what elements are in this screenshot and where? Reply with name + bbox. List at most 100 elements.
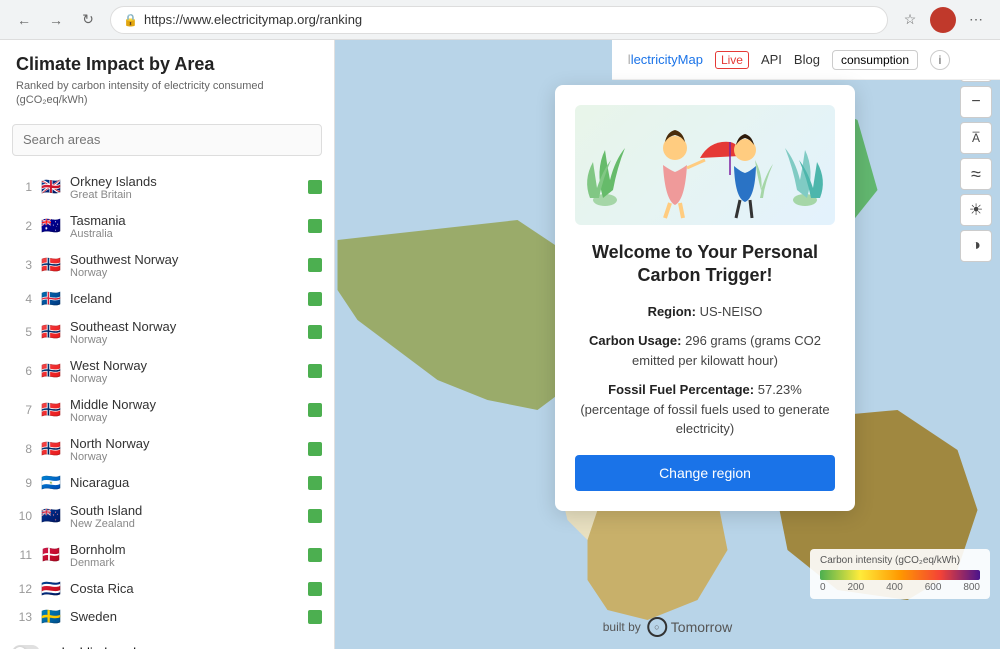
list-item[interactable]: 8 🇳🇴 North Norway Norway [0, 430, 334, 469]
rank-number: 3 [12, 258, 32, 272]
flag-icon: 🇳🇴 [40, 257, 62, 273]
browser-actions: ☆ ⋯ [896, 6, 990, 34]
region-value: US-NEISO [700, 304, 763, 319]
carbon-indicator [308, 180, 322, 194]
area-info: North Norway Norway [70, 436, 300, 463]
zoom-out-button[interactable]: − [960, 86, 992, 118]
modal-illustration [575, 105, 835, 225]
rank-number: 12 [12, 582, 32, 596]
search-container [0, 116, 334, 164]
rank-number: 8 [12, 442, 32, 456]
area-country: Norway [70, 373, 300, 385]
flag-icon: 🇳🇮 [40, 475, 62, 491]
carbon-indicator [308, 364, 322, 378]
right-toolbar: + − A̅ ≈ ☀ ◑ [960, 50, 992, 262]
address-bar[interactable]: 🔒 https://www.electricitymap.org/ranking [110, 6, 888, 34]
list-item[interactable]: 6 🇳🇴 West Norway Norway [0, 352, 334, 391]
color-blind-section: color blind mode [0, 635, 334, 649]
rank-number: 7 [12, 403, 32, 417]
flag-icon: 🇦🇺 [40, 218, 62, 234]
modal-card: Welcome to Your Personal Carbon Trigger!… [555, 85, 855, 511]
carbon-indicator [308, 258, 322, 272]
area-country: New Zealand [70, 518, 300, 530]
consumption-toggle[interactable]: consumption [832, 50, 918, 70]
rank-number: 6 [12, 364, 32, 378]
search-input[interactable] [12, 124, 322, 156]
profile-avatar[interactable] [930, 7, 956, 33]
carbon-indicator [308, 403, 322, 417]
collapse-sidebar-button[interactable]: ◀ [334, 325, 335, 365]
modal-carbon: Carbon Usage: 296 grams (grams CO2 emitt… [575, 331, 835, 370]
list-item[interactable]: 11 🇩🇰 Bornholm Denmark [0, 536, 334, 575]
area-name: Sweden [70, 609, 300, 624]
modal-title: Welcome to Your Personal Carbon Trigger! [575, 241, 835, 288]
carbon-indicator [308, 442, 322, 456]
rank-number: 5 [12, 325, 32, 339]
legend-title: Carbon intensity (gCO₂eq/kWh) [820, 555, 980, 566]
list-item[interactable]: 7 🇳🇴 Middle Norway Norway [0, 391, 334, 430]
rank-number: 11 [12, 548, 32, 562]
flag-icon: 🇩🇰 [40, 547, 62, 563]
list-item[interactable]: 5 🇳🇴 Southeast Norway Norway [0, 313, 334, 352]
sidebar: Climate Impact by Area Ranked by carbon … [0, 40, 335, 649]
carbon-indicator [308, 292, 322, 306]
wind-button[interactable]: ≈ [960, 158, 992, 190]
legend-labels: 0 200 400 600 800 [820, 582, 980, 593]
illustration-svg [575, 110, 835, 220]
moon-button[interactable]: ◑ [960, 230, 992, 262]
area-name: Bornholm [70, 542, 300, 557]
list-item[interactable]: 3 🇳🇴 Southwest Norway Norway [0, 246, 334, 285]
flag-icon: 🇳🇴 [40, 402, 62, 418]
rank-number: 10 [12, 509, 32, 523]
list-item[interactable]: 10 🇳🇿 South Island New Zealand [0, 497, 334, 536]
modal-region: Region: US-NEISO [575, 302, 835, 322]
list-item[interactable]: 9 🇳🇮 Nicaragua [0, 469, 334, 497]
back-button[interactable]: ← [10, 6, 38, 34]
area-name: South Island [70, 503, 300, 518]
rank-number: 13 [12, 610, 32, 624]
info-button[interactable]: i [930, 50, 950, 70]
carbon-indicator [308, 610, 322, 624]
area-name: Middle Norway [70, 397, 300, 412]
carbon-indicator [308, 582, 322, 596]
flag-icon: 🇳🇴 [40, 441, 62, 457]
area-info: South Island New Zealand [70, 503, 300, 530]
carbon-indicator [308, 325, 322, 339]
carbon-indicator [308, 476, 322, 490]
refresh-button[interactable]: ↻ [74, 6, 102, 34]
flag-icon: 🇳🇿 [40, 508, 62, 524]
api-link[interactable]: API [761, 52, 782, 67]
change-region-button[interactable]: Change region [575, 455, 835, 491]
color-blind-toggle[interactable] [12, 645, 40, 649]
carbon-indicator [308, 219, 322, 233]
blog-link[interactable]: Blog [794, 52, 820, 67]
star-button[interactable]: ☆ [896, 6, 924, 34]
list-item[interactable]: 12 🇨🇷 Costa Rica [0, 575, 334, 603]
area-country: Norway [70, 451, 300, 463]
rank-number: 4 [12, 292, 32, 306]
area-name: West Norway [70, 358, 300, 373]
page-title: Climate Impact by Area [16, 54, 318, 75]
more-button[interactable]: ⋯ [962, 6, 990, 34]
modal-fossil: Fossil Fuel Percentage: 57.23% (percenta… [575, 380, 835, 439]
forward-button[interactable]: → [42, 6, 70, 34]
tomorrow-icon: ○ [647, 617, 667, 637]
list-item[interactable]: 4 🇮🇸 Iceland [0, 285, 334, 313]
area-info: West Norway Norway [70, 358, 300, 385]
area-info: Southeast Norway Norway [70, 319, 300, 346]
area-info: Sweden [70, 609, 300, 624]
list-item[interactable]: 1 🇬🇧 Orkney Islands Great Britain [0, 168, 334, 207]
area-country: Australia [70, 228, 300, 240]
sun-button[interactable]: ☀ [960, 194, 992, 226]
area-country: Norway [70, 267, 300, 279]
carbon-indicator [308, 509, 322, 523]
translate-button[interactable]: A̅ [960, 122, 992, 154]
flag-icon: 🇸🇪 [40, 609, 62, 625]
list-item[interactable]: 13 🇸🇪 Sweden [0, 603, 334, 631]
flag-icon: 🇳🇴 [40, 324, 62, 340]
lock-icon: 🔒 [123, 13, 138, 27]
rank-number: 1 [12, 180, 32, 194]
list-item[interactable]: 2 🇦🇺 Tasmania Australia [0, 207, 334, 246]
area-info: Middle Norway Norway [70, 397, 300, 424]
flag-icon: 🇳🇴 [40, 363, 62, 379]
